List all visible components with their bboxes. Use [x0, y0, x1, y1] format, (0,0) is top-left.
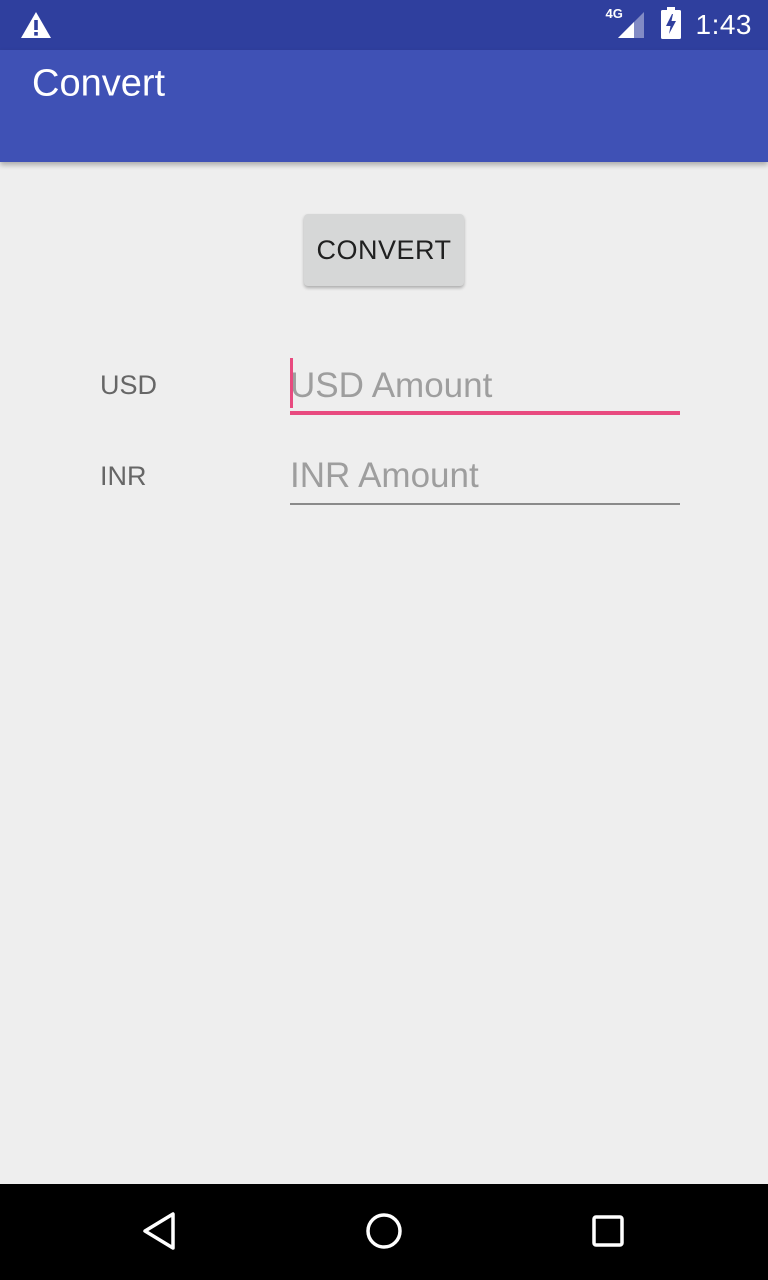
battery-charging-icon — [660, 6, 682, 44]
home-icon — [364, 1211, 404, 1256]
clock: 1:43 — [695, 9, 752, 40]
app-title: Convert — [32, 62, 166, 105]
usd-field-underline — [290, 411, 680, 415]
screen: 4G 1:43 Convert CONVERT USD USD Amount I… — [0, 0, 768, 1280]
back-icon — [139, 1210, 179, 1257]
inr-label: INR — [100, 461, 147, 491]
app-bar: Convert — [0, 50, 768, 162]
usd-amount-input[interactable] — [290, 362, 680, 410]
inr-amount-field — [290, 452, 680, 505]
navigation-bar — [0, 1184, 768, 1280]
network-type: 4G — [605, 6, 623, 21]
signal-icon: 4G — [606, 6, 646, 40]
warning-icon — [20, 10, 52, 40]
inr-amount-input[interactable] — [290, 452, 680, 500]
status-bar: 4G 1:43 — [0, 0, 768, 50]
convert-button[interactable]: CONVERT — [304, 214, 464, 286]
text-cursor — [290, 358, 293, 408]
recents-icon — [590, 1213, 626, 1254]
status-icons: 4G 1:43 — [606, 0, 753, 50]
home-button[interactable] — [359, 1208, 409, 1258]
usd-label: USD — [100, 370, 158, 400]
inr-field-underline — [290, 503, 680, 505]
usd-amount-field — [290, 358, 680, 415]
recents-button[interactable] — [583, 1208, 633, 1258]
back-button[interactable] — [134, 1208, 184, 1258]
